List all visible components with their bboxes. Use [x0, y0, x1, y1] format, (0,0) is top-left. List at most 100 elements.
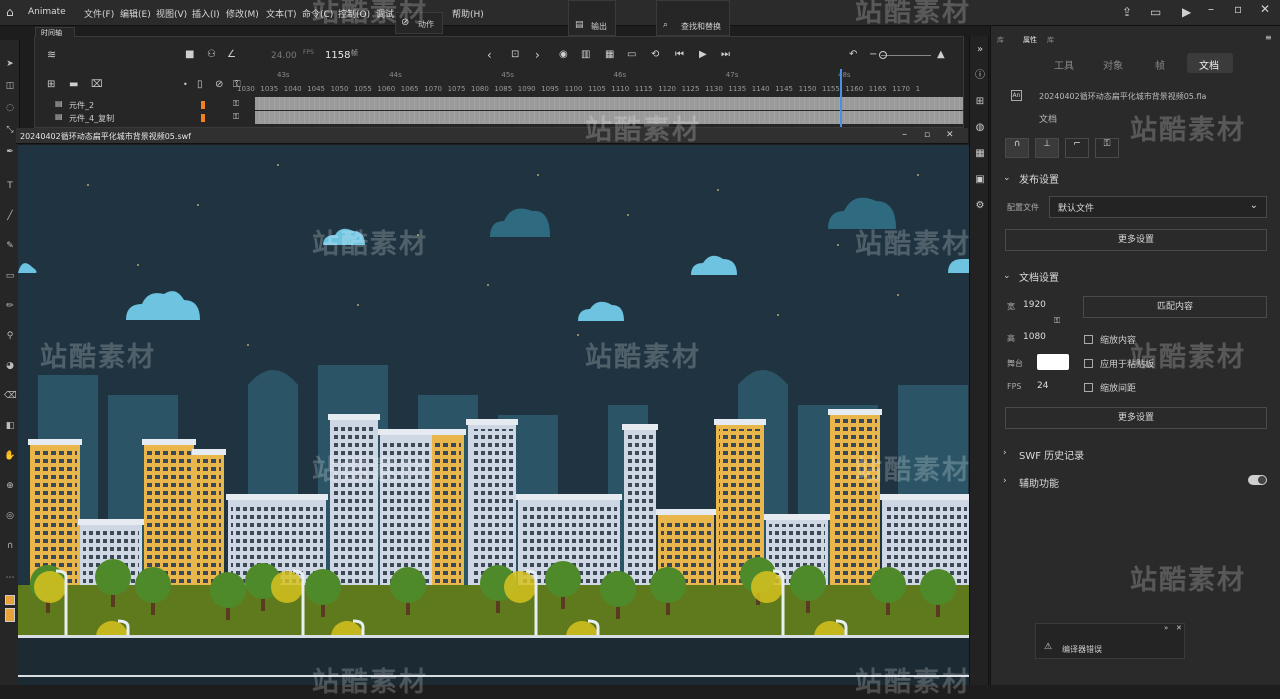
eyedropper-icon[interactable]: ⌫	[4, 390, 17, 402]
zoom-slider[interactable]	[881, 55, 931, 56]
lock-icon[interactable]: ⚿	[1095, 138, 1119, 158]
height-value[interactable]: 1080	[1023, 332, 1046, 342]
loop-icon[interactable]: ⟲	[651, 49, 659, 61]
insert-frame-icon[interactable]: ▭	[627, 49, 636, 61]
parenting-icon[interactable]: ⚇	[207, 49, 216, 61]
subtab-document[interactable]: 文档	[1187, 53, 1233, 73]
scale-content-checkbox[interactable]	[1084, 335, 1093, 344]
accessibility-toggle[interactable]	[1248, 475, 1267, 485]
pen-tool-icon[interactable]: ✒	[4, 146, 16, 158]
step-back-icon[interactable]: ⏮	[675, 49, 684, 61]
menu-edit[interactable]: 编辑(E)	[120, 7, 151, 20]
share-icon[interactable]: ⇪	[1122, 6, 1132, 18]
menu-file[interactable]: 文件(F)	[84, 7, 114, 20]
swf-window-titlebar[interactable]: 20240402循环动态扁平化城市背景视频05.swf – ▫ ✕	[16, 128, 968, 144]
delete-icon[interactable]: ⌧	[91, 79, 103, 91]
workspace-icon[interactable]: ▭	[1150, 6, 1161, 18]
info-icon[interactable]: ⓘ	[974, 70, 986, 82]
edit-multiple-icon[interactable]: ▦	[605, 49, 614, 61]
minimize-icon[interactable]: –	[1208, 3, 1214, 15]
layer-color[interactable]	[201, 101, 205, 109]
menu-insert[interactable]: 插入(I)	[192, 7, 220, 20]
hand-tool-icon[interactable]: ✋	[4, 450, 16, 462]
frame-track[interactable]	[255, 111, 963, 124]
camera-tool-icon[interactable]: ◎	[4, 510, 16, 522]
accessibility-title[interactable]: 辅助功能	[1019, 475, 1059, 490]
publish-settings-title[interactable]: 发布设置	[1019, 171, 1059, 186]
brush-tool-icon[interactable]: ✎	[4, 240, 16, 252]
subtab-frame[interactable]: 帧	[1155, 57, 1165, 72]
next-icon[interactable]: ›	[535, 49, 540, 61]
snap-icon[interactable]: ∩	[4, 540, 16, 552]
pencil-tool-icon[interactable]: ✏	[4, 300, 16, 312]
close-icon[interactable]: ✕	[1260, 3, 1270, 15]
stage-color-swatch[interactable]	[1037, 354, 1069, 370]
play-icon[interactable]: ▶	[699, 49, 707, 61]
bone-tool-icon[interactable]: ⚲	[4, 330, 16, 342]
match-contents-button[interactable]: 匹配内容	[1083, 296, 1267, 318]
test-movie-icon[interactable]: ▶	[1182, 6, 1191, 18]
fill-color-swatch[interactable]	[5, 608, 15, 622]
menu-modify[interactable]: 修改(M)	[226, 7, 259, 20]
doc-more-settings-button[interactable]: 更多设置	[1005, 407, 1267, 429]
home-icon[interactable]: ⌂	[6, 6, 14, 18]
add-folder-icon[interactable]: ▬	[69, 79, 78, 91]
profile-select[interactable]: 默认文件 ⌄	[1049, 196, 1267, 218]
subtab-object[interactable]: 对象	[1103, 57, 1123, 72]
line-tool-icon[interactable]: ╱	[4, 210, 16, 222]
stage-canvas[interactable]	[18, 145, 970, 685]
swf-history-title[interactable]: SWF 历史记录	[1019, 447, 1084, 462]
compiler-errors-panel[interactable]: » ✕ ⚠ 编译器错误	[1035, 623, 1185, 659]
graph-icon[interactable]: ∠	[227, 49, 236, 61]
fps-value[interactable]: 24.00	[271, 51, 297, 61]
frame-track[interactable]	[255, 97, 963, 110]
apply-pasteboard-checkbox[interactable]	[1084, 359, 1093, 368]
actions-panel[interactable]: ⊘ 动作	[395, 12, 443, 34]
close-icon[interactable]: ✕	[1176, 624, 1182, 632]
selection-tool-icon[interactable]: ➤	[4, 58, 16, 70]
chevron-right-icon[interactable]: ›	[1003, 476, 1007, 486]
undo-icon[interactable]: ↶	[849, 49, 857, 61]
publish-more-settings-button[interactable]: 更多设置	[1005, 229, 1267, 251]
menu-help[interactable]: 帮助(H)	[452, 7, 484, 20]
panel-menu-icon[interactable]: ≡	[1265, 32, 1272, 44]
timeline-tab[interactable]: 时间轴	[41, 28, 62, 38]
outline-icon[interactable]: ▯	[197, 79, 203, 91]
menu-commands[interactable]: 命令(C)	[302, 7, 333, 20]
color-icon[interactable]: ◍	[974, 122, 986, 134]
menu-text[interactable]: 文本(T)	[266, 7, 297, 20]
doc-settings-title[interactable]: 文档设置	[1019, 269, 1059, 284]
step-forward-icon[interactable]: ⏭	[721, 49, 730, 61]
zoom-tool-icon[interactable]: ⊕	[4, 480, 16, 492]
tab-library[interactable]: 库	[997, 35, 1004, 45]
layer-row[interactable]: ▤ 元件_2 ⚿	[53, 99, 253, 111]
components-icon[interactable]: ⚙	[974, 200, 986, 212]
library-icon[interactable]: ▣	[974, 174, 986, 186]
menu-view[interactable]: 视图(V)	[156, 7, 187, 20]
menu-debug[interactable]: 调试	[376, 7, 394, 20]
chevron-right-icon[interactable]: ›	[1003, 448, 1007, 458]
width-value[interactable]: 1920	[1023, 300, 1046, 310]
chevron-down-icon[interactable]: ⌄	[1003, 173, 1011, 183]
free-transform-icon[interactable]: ⤡	[4, 124, 16, 136]
onion-outline-icon[interactable]: ▥	[581, 49, 590, 61]
layer-lock-icon[interactable]: ⚿	[233, 112, 239, 122]
swf-minimize-icon[interactable]: –	[902, 129, 907, 141]
add-layer-icon[interactable]: ⊞	[47, 79, 55, 91]
playhead[interactable]	[840, 69, 843, 127]
snap-align-icon[interactable]: ⊥	[1035, 138, 1059, 158]
subselect-tool-icon[interactable]: ◫	[4, 80, 16, 92]
menu-control[interactable]: 控制(O)	[338, 7, 370, 20]
rect-tool-icon[interactable]: ▭	[4, 270, 16, 282]
mountain-icon[interactable]: ▲	[937, 49, 945, 61]
maximize-icon[interactable]: ▫	[1234, 3, 1242, 15]
fps-field[interactable]: 24	[1037, 381, 1048, 391]
link-icon[interactable]: ⚿	[1054, 316, 1060, 326]
magnet-icon[interactable]: ∩	[1005, 138, 1029, 158]
output-panel[interactable]: ▤ 输出	[568, 0, 616, 36]
align-icon[interactable]: ⊞	[974, 96, 986, 108]
scale-spacing-checkbox[interactable]	[1084, 383, 1093, 392]
layer-name[interactable]: 元件_4_复制	[69, 113, 114, 124]
dot-icon[interactable]: •	[183, 79, 188, 91]
zoom-slider-handle[interactable]	[879, 51, 887, 59]
